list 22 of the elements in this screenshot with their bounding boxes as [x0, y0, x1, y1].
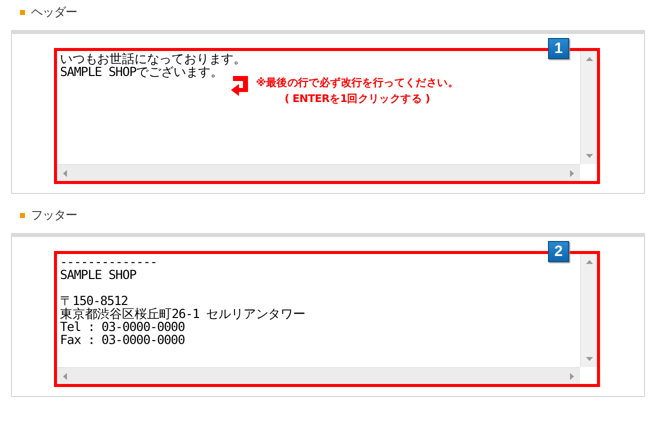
scroll-up-icon[interactable] [586, 260, 592, 264]
section-heading: ヘッダー [31, 4, 77, 20]
text-area[interactable]: -------------- SAMPLE SHOP 〒150-8512 東京都渋谷区桜丘町26-1 セルリアンタワー Tel : 03-0000-0000 Fax : 03-0000-0000 [57, 254, 306, 346]
bullet-icon [20, 10, 25, 14]
number-badge: 1 [548, 38, 569, 59]
vertical-scrollbar[interactable] [580, 254, 597, 367]
text-area[interactable]: いつもお世話になっております。 SAMPLE SHOPでございます。 [57, 51, 246, 78]
bullet-icon [20, 212, 25, 218]
scroll-down-icon[interactable] [586, 357, 592, 361]
scroll-left-icon[interactable] [63, 170, 67, 176]
section-heading: フッター [31, 206, 77, 224]
horizontal-scrollbar[interactable] [57, 164, 580, 181]
vertical-scrollbar[interactable] [580, 51, 597, 164]
scroll-up-icon[interactable] [586, 57, 592, 61]
scroll-down-icon[interactable] [586, 154, 592, 158]
scroll-right-icon[interactable] [570, 372, 574, 380]
instruction-note: ※最後の行で必ず改行を行ってください。 ( ENTERを1回クリックする ) [256, 76, 459, 107]
scroll-left-icon[interactable] [63, 372, 67, 380]
number-badge: 2 [548, 241, 569, 262]
scroll-right-icon[interactable] [570, 170, 574, 176]
horizontal-scrollbar[interactable] [57, 367, 580, 384]
return-arrow-icon [230, 75, 250, 97]
